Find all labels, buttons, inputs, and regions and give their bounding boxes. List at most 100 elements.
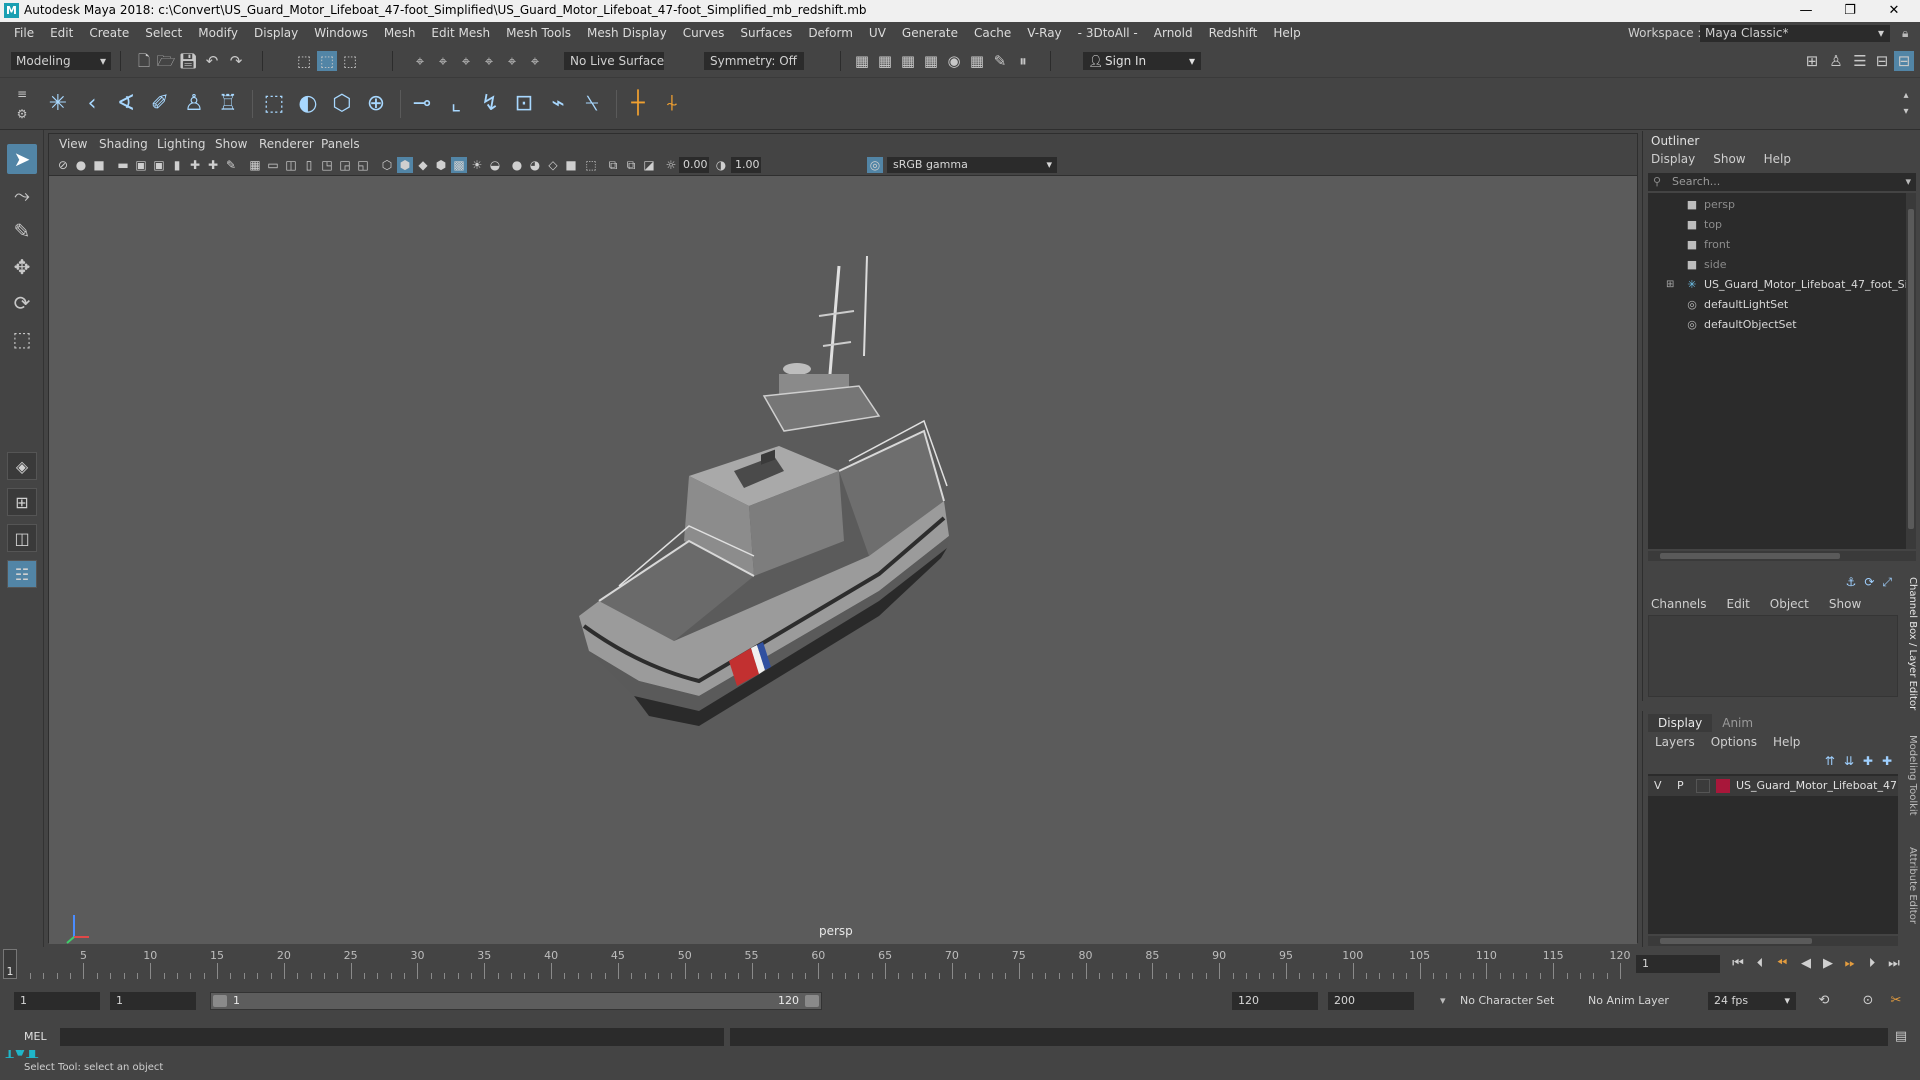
open-scene-icon[interactable]: 🗁 (156, 51, 176, 71)
tab-channel-box-layer-editor[interactable]: Channel Box / Layer Editor (1902, 577, 1918, 710)
menuset-dropdown[interactable]: Modeling ▾ (11, 52, 111, 70)
outliner-item-defaultobjectset[interactable]: ◎ defaultObjectSet (1648, 315, 1906, 335)
multisample-aa-icon[interactable]: ◕ (527, 157, 543, 173)
tab-attribute-editor[interactable]: Attribute Editor (1902, 847, 1918, 924)
current-time-marker[interactable]: 1 (3, 949, 17, 979)
live-surface-field[interactable]: No Live Surface (564, 52, 664, 70)
layer-menu-help[interactable]: Help (1773, 735, 1800, 749)
select-camera-icon[interactable]: ⊘ (55, 157, 71, 173)
outliner-menu-show[interactable]: Show (1713, 152, 1745, 166)
animation-preferences-icon[interactable]: ✂ (1886, 992, 1906, 1010)
layer-type-toggle[interactable] (1696, 779, 1710, 793)
menu-file[interactable]: File (6, 22, 42, 44)
menu-mesh-tools[interactable]: Mesh Tools (498, 22, 579, 44)
viewport-menu-panels[interactable]: Panels (321, 137, 360, 151)
viewport-canvas[interactable]: persp (49, 176, 1637, 944)
minimize-button[interactable]: — (1784, 0, 1828, 22)
select-by-object-icon[interactable]: ⬚ (317, 51, 337, 71)
step-forward-key-icon[interactable]: ⏵ (1862, 955, 1882, 973)
render-setup-icon[interactable]: ▦ (967, 51, 987, 71)
shelf-settings-icon[interactable]: ⚙ (12, 104, 32, 124)
wireframe-shading-icon[interactable]: ⬡ (379, 157, 395, 173)
viewport-menu-show[interactable]: Show (215, 137, 247, 151)
viewport-menu-lighting[interactable]: Lighting (157, 137, 206, 151)
auto-key-icon[interactable]: ⊙ (1858, 992, 1878, 1010)
select-by-hierarchy-icon[interactable]: ⬚ (294, 51, 314, 71)
film-gate-icon[interactable]: ✚ (205, 157, 221, 173)
script-editor-icon[interactable]: ▤ (1892, 1028, 1910, 1046)
single-perspective-layout-icon[interactable]: ◈ (7, 452, 37, 480)
sign-in-button[interactable]: 👤︎ Sign In ▾ (1083, 52, 1201, 70)
snap-to-grid-icon[interactable]: ⌖ (410, 51, 430, 71)
outliner-persp-layout-icon[interactable]: ☷ (7, 560, 37, 588)
layer-horizontal-scrollbar[interactable] (1648, 936, 1898, 946)
channel-box-area[interactable] (1648, 615, 1898, 697)
camera-attributes-icon[interactable]: ■ (91, 157, 107, 173)
channel-box-menu-show[interactable]: Show (1829, 597, 1861, 611)
grid-toggle-icon[interactable]: ✚ (187, 157, 203, 173)
move-layer-up-icon[interactable]: ⇈ (1825, 754, 1835, 768)
outliner-menu-help[interactable]: Help (1764, 152, 1791, 166)
menu-redshift[interactable]: Redshift (1201, 22, 1266, 44)
menu-deform[interactable]: Deform (800, 22, 861, 44)
outliner-item-persp[interactable]: ■ persp (1648, 195, 1906, 215)
image-plane-icon[interactable]: ▣ (133, 157, 149, 173)
screen-space-ao-icon[interactable]: ◒ (487, 157, 503, 173)
channel-box-expand-icon[interactable]: ⤢ (1882, 575, 1892, 590)
workspace-dropdown[interactable]: Maya Classic* ▾ (1700, 25, 1890, 42)
range-start-handle[interactable] (213, 995, 227, 1007)
human-ik-icon[interactable]: ♙ (1826, 51, 1846, 71)
menu-cache[interactable]: Cache (966, 22, 1019, 44)
menu-select[interactable]: Select (137, 22, 190, 44)
hud-icon[interactable]: ■ (563, 157, 579, 173)
render-settings-icon[interactable]: ▦ (921, 51, 941, 71)
layer-visibility-toggle[interactable]: V (1654, 776, 1662, 796)
scrollbar-thumb[interactable] (1660, 553, 1840, 559)
curve-ep-icon[interactable]: ‹ (78, 90, 106, 118)
depth-of-field-icon[interactable]: ◇ (545, 157, 561, 173)
viewport-menu-renderer[interactable]: Renderer (259, 137, 314, 151)
xray-icon[interactable]: ◱ (355, 157, 371, 173)
outliner-menu-display[interactable]: Display (1651, 152, 1695, 166)
channel-box-menu-edit[interactable]: Edit (1727, 597, 1750, 611)
separate-icon[interactable]: ⌁ (544, 90, 572, 118)
menu-help[interactable]: Help (1265, 22, 1308, 44)
menu-edit-mesh[interactable]: Edit Mesh (423, 22, 498, 44)
layer-menu-options[interactable]: Options (1711, 735, 1757, 749)
render-view-icon[interactable]: ▦ (852, 51, 872, 71)
resolution-gate-icon[interactable]: ✎ (223, 157, 239, 173)
animation-end-field[interactable]: 200 (1328, 992, 1414, 1010)
pencil-curve-icon[interactable]: ✐ (146, 90, 174, 118)
new-layer-from-selection-icon[interactable]: ✚ (1882, 754, 1892, 768)
snap-to-point-icon[interactable]: ⌖ (456, 51, 476, 71)
motion-blur-icon[interactable]: ● (509, 157, 525, 173)
channel-box-menu-object[interactable]: Object (1770, 597, 1809, 611)
attribute-editor-toggle-icon[interactable]: ☰ (1850, 51, 1870, 71)
arc-tool-icon[interactable]: ♙ (180, 90, 208, 118)
make-live-icon[interactable]: ⌖ (525, 51, 545, 71)
redo-icon[interactable]: ↷ (226, 51, 246, 71)
lock-camera-icon[interactable]: ● (73, 157, 89, 173)
view-transform-dropdown[interactable]: sRGB gamma ▾ (887, 157, 1057, 173)
go-to-end-icon[interactable]: ⏭ (1884, 955, 1904, 973)
menu-windows[interactable]: Windows (306, 22, 376, 44)
outliner-horizontal-scrollbar[interactable] (1648, 551, 1916, 561)
isolate-icon[interactable]: ⬚ (583, 157, 599, 173)
menu-edit[interactable]: Edit (42, 22, 81, 44)
color-management-icon[interactable]: ◎ (867, 157, 883, 173)
menu-mesh-display[interactable]: Mesh Display (579, 22, 675, 44)
isolate-select-icon[interactable]: ◲ (337, 157, 353, 173)
default-material-icon[interactable]: ◆ (415, 157, 431, 173)
paint-select-tool-icon[interactable]: ✎ (7, 216, 37, 246)
multi-cut-icon[interactable]: ⍀ (578, 90, 606, 118)
play-backwards-icon[interactable]: ◀ (1796, 955, 1816, 973)
outliner-item-defaultlightset[interactable]: ◎ defaultLightSet (1648, 295, 1906, 315)
anim-layer-dropdown[interactable]: No Anim Layer (1582, 992, 1692, 1010)
poly-torus-icon[interactable]: ⊕ (362, 90, 390, 118)
bookmarks-icon[interactable]: ▬ (115, 157, 131, 173)
ipr-render-icon[interactable]: ▦ (898, 51, 918, 71)
lasso-tool-icon[interactable]: ⤳ (7, 180, 37, 210)
lifeboat-model[interactable] (579, 256, 1119, 796)
menu-vray[interactable]: V-Ray (1019, 22, 1069, 44)
safe-action-icon[interactable]: ▯ (301, 157, 317, 173)
